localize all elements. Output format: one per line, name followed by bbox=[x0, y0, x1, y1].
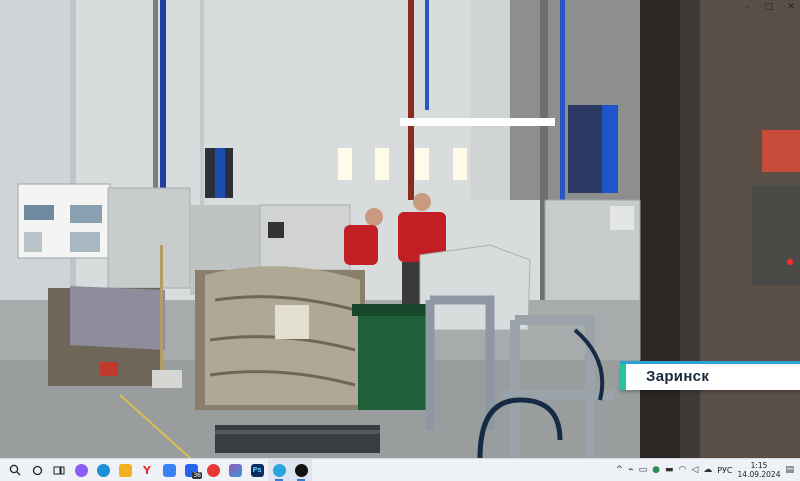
store-icon bbox=[162, 463, 176, 477]
folder-icon bbox=[118, 463, 132, 477]
telegram-icon bbox=[272, 463, 286, 477]
clock-time: 1:15 bbox=[750, 461, 768, 470]
wps-icon bbox=[206, 463, 220, 477]
notification-icon[interactable]: ▤ bbox=[785, 465, 794, 475]
chevron-up-icon[interactable]: ^ bbox=[616, 465, 624, 475]
search-button[interactable] bbox=[4, 459, 26, 481]
task-view-button[interactable] bbox=[48, 459, 70, 481]
file-explorer-button[interactable] bbox=[114, 459, 136, 481]
volume-icon[interactable]: ◁ bbox=[691, 465, 698, 475]
telegram-button[interactable] bbox=[268, 459, 290, 481]
play-icon bbox=[294, 463, 308, 477]
taskbar-apps: Y 36 Ps bbox=[0, 459, 312, 481]
video-frame: – □ ✕ Заринск bbox=[0, 0, 800, 458]
mail-button[interactable]: 36 bbox=[180, 459, 202, 481]
app-tray-icon[interactable]: ● bbox=[652, 465, 660, 475]
edge-button[interactable] bbox=[92, 459, 114, 481]
photoshop-icon: Ps bbox=[250, 463, 264, 477]
search-icon bbox=[9, 464, 21, 476]
caption-stripe bbox=[620, 361, 800, 364]
yandex-browser-button[interactable]: Y bbox=[136, 459, 158, 481]
display-icon[interactable]: ▭ bbox=[639, 465, 648, 475]
photos-icon bbox=[228, 463, 242, 477]
app-purple-button[interactable] bbox=[70, 459, 92, 481]
caption-city: Заринск bbox=[646, 368, 710, 385]
taskbar: Y 36 Ps ^ ⌁ ▭ ● ▬ ◠ ◁ ☁ РУС 1:15 14.09.2… bbox=[0, 458, 800, 481]
wifi-icon[interactable]: ◠ bbox=[678, 465, 686, 475]
photos-button[interactable] bbox=[224, 459, 246, 481]
mail-badge: 36 bbox=[192, 472, 202, 479]
cortana-button[interactable] bbox=[26, 459, 48, 481]
clock[interactable]: 1:15 14.09.2024 bbox=[738, 461, 781, 479]
store-button[interactable] bbox=[158, 459, 180, 481]
cloud-icon[interactable]: ☁ bbox=[703, 465, 712, 475]
clock-date: 14.09.2024 bbox=[737, 470, 781, 479]
photoshop-button[interactable]: Ps bbox=[246, 459, 268, 481]
location-caption: Заринск bbox=[620, 361, 800, 390]
purple-app-icon bbox=[74, 463, 88, 477]
wps-button[interactable] bbox=[202, 459, 224, 481]
close-button[interactable]: ✕ bbox=[786, 2, 796, 12]
yandex-icon: Y bbox=[143, 463, 151, 477]
window-controls: – □ ✕ bbox=[742, 2, 796, 12]
system-tray: ^ ⌁ ▭ ● ▬ ◠ ◁ ☁ РУС 1:15 14.09.2024 ▤ bbox=[616, 459, 794, 481]
network-icon[interactable]: ⌁ bbox=[628, 465, 633, 475]
language-indicator[interactable]: РУС bbox=[717, 466, 732, 475]
edge-icon bbox=[96, 463, 110, 477]
cortana-icon bbox=[32, 465, 42, 475]
battery-icon[interactable]: ▬ bbox=[665, 465, 674, 475]
task-view-icon bbox=[53, 466, 65, 474]
media-player-button[interactable] bbox=[290, 459, 312, 481]
minimize-button[interactable]: – bbox=[742, 2, 752, 12]
maximize-button[interactable]: □ bbox=[764, 2, 774, 12]
